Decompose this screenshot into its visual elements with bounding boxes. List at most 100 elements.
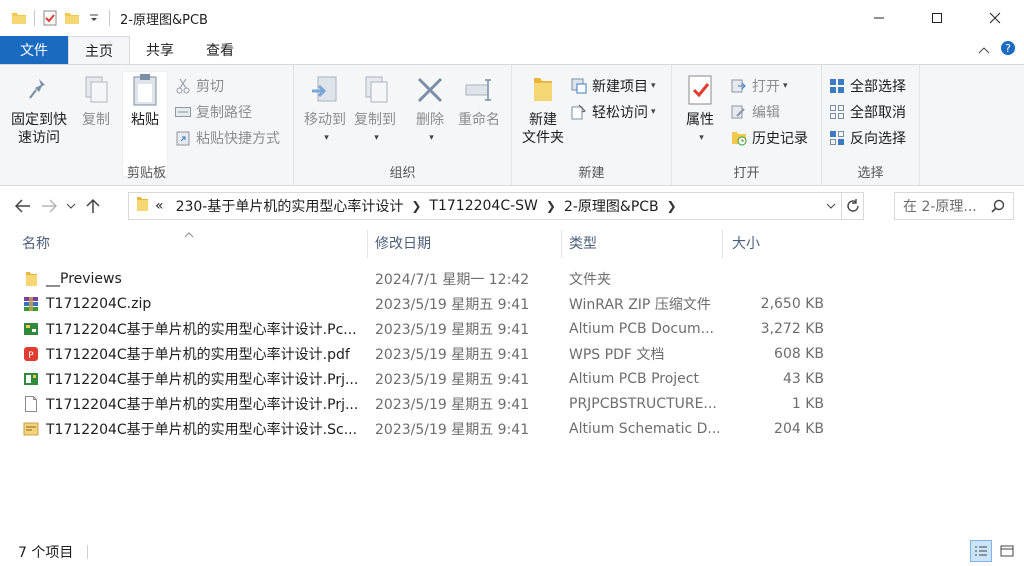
breadcrumb-sw[interactable]: T1712204C-SW	[429, 198, 537, 214]
table-row[interactable]: T1712204C.zip 2023/5/19 星期五 9:41 WinRAR …	[0, 291, 1024, 316]
properties-icon[interactable]	[39, 7, 61, 29]
forward-arrow-icon[interactable]	[36, 192, 62, 220]
paste-shortcut-label: 粘贴快捷方式	[196, 131, 280, 147]
column-divider[interactable]	[722, 230, 723, 258]
new-folder-label-line2: 文件夹	[522, 130, 564, 146]
close-icon[interactable]	[966, 0, 1024, 36]
column-date-modified[interactable]: 修改日期	[369, 226, 561, 260]
file-type: Altium PCB Docum...	[569, 320, 714, 337]
table-row[interactable]: T1712204C基于单片机的实用型心率计设计.Sc... 2023/5/19 …	[0, 416, 1024, 441]
table-row[interactable]: __Previews 2024/7/1 星期一 12:42 文件夹	[0, 266, 1024, 291]
file-date: 2023/5/19 星期五 9:41	[375, 321, 530, 338]
column-name[interactable]: 名称	[16, 226, 366, 260]
customize-dropdown-icon[interactable]	[83, 7, 105, 29]
chevron-right-icon[interactable]: ❯	[411, 199, 421, 213]
history-label: 历史记录	[752, 131, 808, 147]
file-date: 2023/5/19 星期五 9:41	[375, 346, 530, 363]
invert-selection-button[interactable]: 反向选择	[828, 127, 906, 149]
history-button[interactable]: 历史记录	[730, 127, 808, 149]
easy-access-label: 轻松访问	[592, 105, 648, 121]
easy-access-button[interactable]: 轻松访问 ▾	[570, 101, 656, 123]
copy-to-button[interactable]: 复制到 ▾	[350, 73, 400, 147]
search-box[interactable]: 在 2-原理...	[894, 192, 1014, 220]
folder-icon	[22, 270, 40, 288]
pin-label-line1: 固定到快	[11, 112, 67, 128]
details-view-icon[interactable]	[970, 540, 992, 562]
maximize-icon[interactable]	[908, 0, 966, 36]
tab-share[interactable]: 共享	[130, 36, 190, 64]
column-divider[interactable]	[367, 230, 368, 258]
chevron-right-icon[interactable]: ❯	[667, 199, 677, 213]
status-bar: 7 个项目	[0, 538, 1024, 566]
breadcrumb-overflow[interactable]: «	[155, 198, 164, 214]
file-name: T1712204C基于单片机的实用型心率计设计.Pc...	[46, 321, 357, 338]
chevron-right-icon[interactable]: ❯	[546, 199, 556, 213]
item-count: 7 个项目	[18, 545, 74, 561]
table-row[interactable]: T1712204C基于单片机的实用型心率计设计.Prj... 2023/5/19…	[0, 366, 1024, 391]
column-type[interactable]: 类型	[563, 226, 721, 260]
table-row[interactable]: T1712204C基于单片机的实用型心率计设计.Pc... 2023/5/19 …	[0, 316, 1024, 341]
properties-button[interactable]: 属性 ▾	[680, 73, 720, 147]
rename-button[interactable]: 重命名	[454, 73, 504, 129]
select-none-button[interactable]: 全部取消	[828, 101, 906, 123]
file-date: 2023/5/19 星期五 9:41	[375, 421, 530, 438]
paste-button[interactable]: 粘贴	[124, 73, 166, 129]
copy-path-button[interactable]: 复制路径	[174, 101, 252, 123]
separator	[109, 10, 110, 26]
edit-label: 编辑	[752, 105, 780, 121]
winrar-icon	[22, 295, 40, 313]
edit-button[interactable]: 编辑	[730, 101, 780, 123]
file-size: 204 KB	[774, 420, 824, 437]
file-name: T1712204C基于单片机的实用型心率计设计.Prj...	[46, 371, 359, 388]
open-group: 属性 ▾ 打开 ▾ 编辑 历史记录 打开	[672, 65, 822, 185]
copy-button[interactable]: 复制	[76, 73, 116, 129]
minimize-icon[interactable]	[850, 0, 908, 36]
open-icon	[730, 77, 748, 95]
copy-path-icon	[174, 103, 192, 121]
delete-label: 删除	[416, 112, 444, 128]
cut-label: 剪切	[196, 79, 224, 95]
folder-icon[interactable]	[8, 7, 30, 29]
open-button[interactable]: 打开 ▾	[730, 75, 788, 97]
chevron-up-icon[interactable]	[978, 43, 990, 58]
tab-file[interactable]: 文件	[0, 36, 68, 64]
column-divider[interactable]	[561, 230, 562, 258]
pin-quick-access-button[interactable]: 固定到快 速访问	[8, 73, 70, 147]
new-item-button[interactable]: 新建项目 ▾	[570, 75, 656, 97]
clipboard-group-label: 剪贴板	[126, 166, 166, 181]
delete-button[interactable]: 删除 ▾	[410, 73, 450, 147]
search-input[interactable]: 在 2-原理...	[903, 196, 977, 216]
breadcrumb-current[interactable]: 2-原理图&PCB	[564, 196, 659, 216]
tab-home[interactable]: 主页	[68, 36, 130, 64]
move-to-button[interactable]: 移动到 ▾	[300, 73, 350, 147]
select-all-icon	[828, 77, 846, 95]
select-group-label: 选择	[857, 166, 884, 181]
address-history-chevron-icon[interactable]	[821, 202, 841, 210]
organize-group: 移动到 ▾ 复制到 ▾ 删除 ▾ 重命名 组织	[294, 65, 512, 185]
file-name: __Previews	[46, 270, 122, 287]
file-date: 2024/7/1 星期一 12:42	[375, 271, 530, 288]
recent-locations-chevron-icon[interactable]	[62, 192, 80, 220]
column-size[interactable]: 大小	[726, 226, 826, 260]
table-row[interactable]: P T1712204C基于单片机的实用型心率计设计.pdf 2023/5/19 …	[0, 341, 1024, 366]
file-type: WPS PDF 文档	[569, 346, 665, 363]
table-row[interactable]: T1712204C基于单片机的实用型心率计设计.Prj... 2023/5/19…	[0, 391, 1024, 416]
cut-button[interactable]: 剪切	[174, 75, 224, 97]
refresh-icon[interactable]	[841, 193, 863, 219]
back-arrow-icon[interactable]	[10, 192, 36, 220]
large-icons-view-icon[interactable]	[996, 540, 1018, 562]
new-folder-button[interactable]: 新建 文件夹	[518, 73, 568, 147]
help-icon[interactable]: ?	[1000, 40, 1016, 60]
tab-view[interactable]: 查看	[190, 36, 250, 64]
paste-shortcut-icon	[174, 129, 192, 147]
search-icon[interactable]	[991, 199, 1005, 217]
paste-shortcut-button[interactable]: 粘贴快捷方式	[174, 127, 280, 149]
new-folder-icon[interactable]	[61, 7, 83, 29]
blank-file-icon	[22, 395, 40, 413]
chevron-down-icon: ▾	[699, 133, 704, 143]
breadcrumb-project[interactable]: 230-基于单片机的实用型心率计设计	[176, 196, 404, 216]
address-bar[interactable]: « 230-基于单片机的实用型心率计设计 ❯ T1712204C-SW ❯ 2-…	[128, 192, 864, 220]
select-all-button[interactable]: 全部选择	[828, 75, 906, 97]
up-arrow-icon[interactable]	[80, 192, 106, 220]
chevron-down-icon: ▾	[374, 133, 379, 143]
